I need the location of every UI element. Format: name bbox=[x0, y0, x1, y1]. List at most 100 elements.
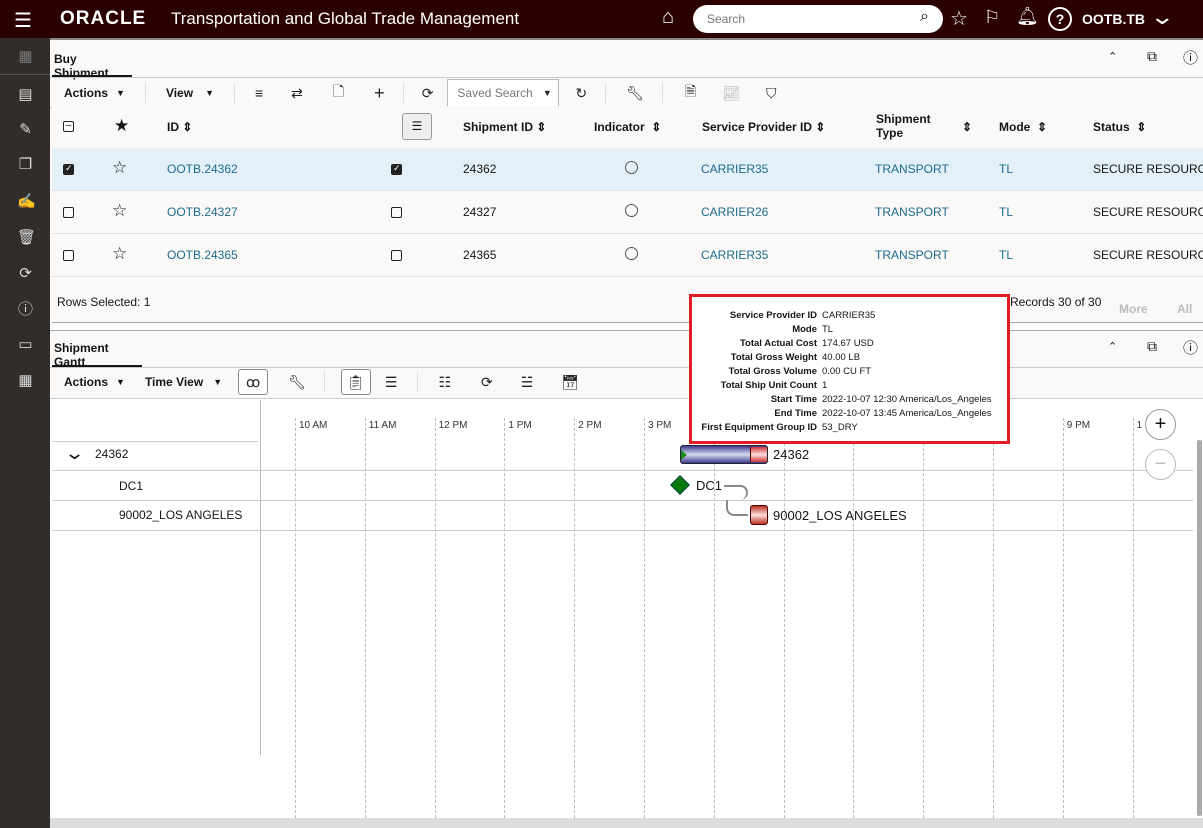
align-icon[interactable]: ☷ bbox=[438, 374, 451, 391]
zoom-in-button[interactable]: + bbox=[1145, 409, 1176, 440]
gantt-toggle-button[interactable]: ☰ bbox=[402, 113, 432, 140]
info-icon[interactable]: ⓘ bbox=[1183, 47, 1198, 68]
export-icon[interactable]: 🗎 bbox=[685, 81, 696, 105]
maximize-icon[interactable]: ⧉ bbox=[1147, 48, 1157, 65]
saved-search-select[interactable]: Saved Search ▼ bbox=[447, 79, 560, 107]
horizontal-scrollbar[interactable] bbox=[50, 818, 1203, 828]
glasses-icon[interactable]: ꝏ bbox=[238, 369, 269, 395]
caret-down-icon[interactable]: ▼ bbox=[116, 377, 125, 387]
caret-down-icon[interactable]: ▼ bbox=[205, 88, 214, 98]
mode-link[interactable]: TL bbox=[999, 248, 1013, 262]
task-list-icon[interactable]: ☱ bbox=[521, 374, 534, 391]
edit-form-icon[interactable]: ✎ bbox=[17, 121, 34, 138]
gantt-row-label[interactable]: 90002_LOS ANGELES bbox=[119, 508, 242, 522]
gantt-checkbox[interactable] bbox=[391, 207, 402, 218]
monitor-icon[interactable]: ▭ bbox=[17, 336, 34, 353]
caret-down-icon[interactable]: ▼ bbox=[116, 88, 125, 98]
table-row[interactable]: ☆ OOTB.24327 24327 CARRIER26 TRANSPORT T… bbox=[52, 191, 1203, 234]
add-row-icon[interactable]: ≡ bbox=[255, 85, 263, 101]
favorite-star-icon[interactable]: ☆ bbox=[112, 158, 127, 178]
all-button[interactable]: All bbox=[1177, 302, 1192, 316]
col-id[interactable]: ID ⇕ bbox=[167, 120, 192, 134]
gantt-checkbox[interactable] bbox=[391, 250, 402, 261]
gantt-left-divider[interactable] bbox=[260, 400, 261, 755]
copy-icon[interactable]: ❐ bbox=[17, 156, 34, 173]
wrench-icon[interactable]: 🔧︎ bbox=[626, 85, 644, 102]
flag-icon[interactable]: ⚐ bbox=[984, 7, 1000, 28]
provider-link[interactable]: CARRIER26 bbox=[701, 205, 768, 219]
info-icon[interactable]: ⓘ bbox=[17, 301, 34, 318]
row-checkbox[interactable] bbox=[63, 250, 74, 261]
edit-doc-icon[interactable]: ✍ bbox=[17, 193, 36, 210]
reset-icon[interactable]: ↻ bbox=[575, 85, 587, 102]
expand-chevron-icon[interactable]: ⌄ bbox=[64, 443, 85, 464]
id-link[interactable]: OOTB.24365 bbox=[167, 248, 238, 262]
view-menu[interactable]: View bbox=[166, 86, 193, 100]
maximize-icon[interactable]: ⧉ bbox=[1147, 338, 1157, 355]
gantt-row-label[interactable]: 24362 bbox=[95, 447, 128, 461]
col-shipment-id[interactable]: Shipment ID ⇕ bbox=[463, 120, 546, 134]
type-link[interactable]: TRANSPORT bbox=[875, 248, 949, 262]
filter-icon[interactable]: ⛉ bbox=[766, 85, 777, 102]
refresh-icon[interactable]: ⟳ bbox=[17, 265, 34, 282]
refresh-icon[interactable]: ⟳ bbox=[481, 374, 493, 391]
actions-menu[interactable]: Actions bbox=[64, 86, 108, 100]
id-link[interactable]: OOTB.24362 bbox=[167, 162, 238, 176]
col-service-provider-id[interactable]: Service Provider ID ⇕ bbox=[702, 120, 825, 134]
favorite-star-icon[interactable]: ☆ bbox=[112, 244, 127, 264]
dashboard-icon[interactable]: ▦ bbox=[17, 48, 34, 65]
more-button[interactable]: More bbox=[1119, 302, 1148, 316]
zoom-out-button[interactable]: − bbox=[1145, 449, 1176, 480]
mode-link[interactable]: TL bbox=[999, 205, 1013, 219]
table-row[interactable]: ☆ OOTB.24362 24362 CARRIER35 TRANSPORT T… bbox=[52, 148, 1203, 191]
chevron-down-icon[interactable]: ⌄ bbox=[1149, 4, 1175, 30]
stop-box-icon[interactable] bbox=[750, 505, 768, 525]
type-link[interactable]: TRANSPORT bbox=[875, 205, 949, 219]
search-icon[interactable]: ⌕ bbox=[920, 8, 929, 26]
hamburger-menu-icon[interactable]: ☰ bbox=[14, 8, 32, 33]
tab-shipment-gantt[interactable]: Shipment Gantt bbox=[52, 331, 142, 369]
add-icon[interactable]: + bbox=[374, 83, 385, 104]
stop-diamond-icon[interactable] bbox=[670, 475, 690, 495]
outline-icon[interactable]: ☰ bbox=[385, 374, 398, 391]
gantt-row-label[interactable]: DC1 bbox=[119, 479, 143, 493]
notifications-bell-icon[interactable]: 🔔︎ bbox=[1016, 6, 1039, 27]
refresh-icon[interactable]: ⟳ bbox=[422, 85, 434, 102]
search-input[interactable] bbox=[693, 5, 943, 33]
collapse-icon[interactable]: ⌃ bbox=[1108, 50, 1117, 63]
provider-link[interactable]: CARRIER35 bbox=[701, 162, 768, 176]
calendar-list-icon[interactable]: 📋︎ bbox=[340, 369, 371, 395]
row-checkbox[interactable] bbox=[63, 163, 74, 175]
reorder-icon[interactable]: ⇄ bbox=[291, 85, 303, 102]
table-row[interactable]: ☆ OOTB.24365 24365 CARRIER35 TRANSPORT T… bbox=[52, 234, 1203, 277]
gantt-actions-menu[interactable]: Actions bbox=[64, 375, 108, 389]
shipment-bar[interactable] bbox=[680, 445, 768, 464]
layout-icon[interactable]: ▤ bbox=[17, 86, 34, 103]
favorites-star-icon[interactable]: ☆ bbox=[950, 6, 968, 31]
col-status[interactable]: Status ⇕ bbox=[1093, 120, 1146, 134]
col-indicator[interactable]: Indicator ⇕ bbox=[594, 120, 661, 134]
select-all-checkbox[interactable]: – bbox=[63, 121, 74, 132]
user-menu[interactable]: OOTB.TB bbox=[1082, 11, 1145, 27]
mode-link[interactable]: TL bbox=[999, 162, 1013, 176]
trash-icon[interactable]: 🗑︎ bbox=[17, 229, 36, 246]
provider-link[interactable]: CARRIER35 bbox=[701, 248, 768, 262]
home-icon[interactable]: ⌂ bbox=[662, 6, 674, 29]
id-link[interactable]: OOTB.24327 bbox=[167, 205, 238, 219]
type-link[interactable]: TRANSPORT bbox=[875, 162, 949, 176]
favorite-star-icon[interactable]: ☆ bbox=[112, 201, 127, 221]
grid-search-icon[interactable]: ▦ bbox=[17, 372, 34, 389]
time-view-menu[interactable]: Time View bbox=[145, 375, 203, 389]
collapse-icon[interactable]: ⌃ bbox=[1108, 340, 1117, 353]
tab-buy-shipment[interactable]: Buy Shipment bbox=[52, 40, 132, 80]
gantt-checkbox[interactable] bbox=[391, 163, 402, 175]
info-icon[interactable]: ⓘ bbox=[1183, 337, 1198, 358]
vertical-scrollbar[interactable] bbox=[1197, 440, 1202, 816]
col-mode[interactable]: Mode ⇕ bbox=[999, 120, 1047, 134]
wrench-icon[interactable]: 🔧︎ bbox=[288, 374, 306, 391]
help-icon[interactable]: ? bbox=[1048, 7, 1072, 31]
caret-down-icon[interactable]: ▼ bbox=[213, 377, 222, 387]
col-shipment-type[interactable]: Shipment Type ⇕ bbox=[876, 112, 986, 140]
document-icon[interactable]: 🗋 bbox=[333, 81, 344, 105]
row-checkbox[interactable] bbox=[63, 207, 74, 218]
